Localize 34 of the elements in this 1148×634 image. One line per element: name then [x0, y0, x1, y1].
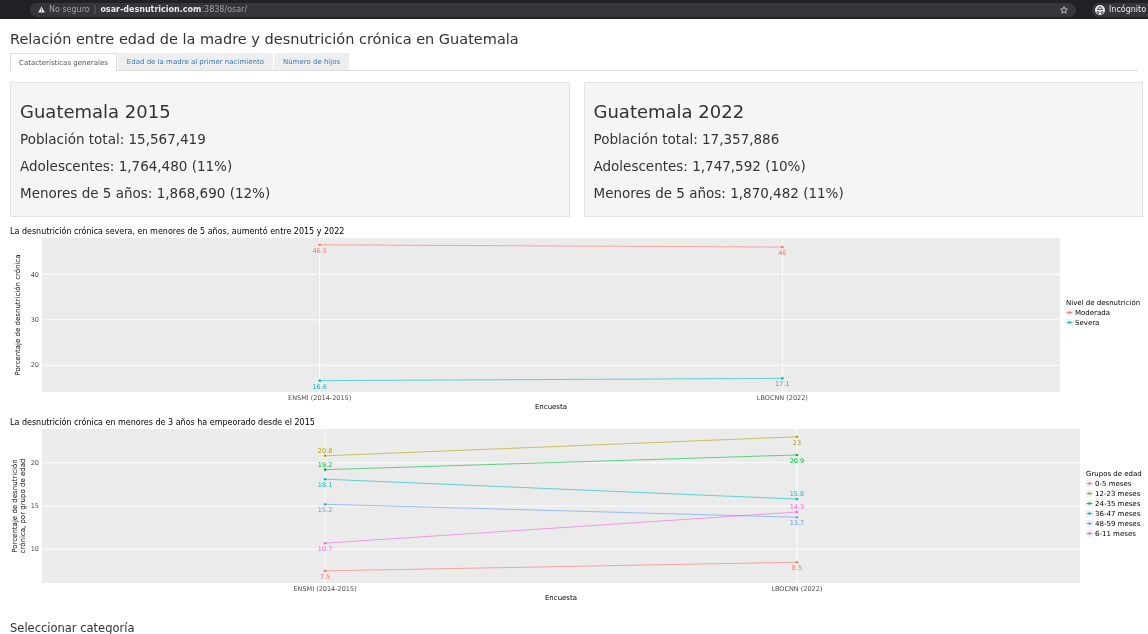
chart-title: La desnutrición crónica severa, en menores de 5 años, aumentó entre 2015 y 2022: [10, 227, 345, 236]
data-point: [781, 245, 784, 249]
data-point: [318, 379, 321, 382]
card-heading: Guatemala 2022: [593, 101, 746, 122]
section-heading: Seleccionar categoría: [10, 621, 136, 634]
data-point: [781, 377, 784, 380]
stat-text: Población total: 15,567,419: [20, 131, 207, 148]
data-point: [323, 502, 327, 506]
stat-text: Menores de 5 años: 1,868,690 (12%): [20, 185, 272, 202]
data-point: [323, 477, 327, 481]
card-heading: Guatemala 2015: [20, 101, 172, 122]
security-label: No seguro: [49, 5, 90, 14]
data-point: [323, 454, 327, 458]
star-icon[interactable]: [1060, 5, 1068, 14]
data-point: [795, 497, 799, 501]
data-point: [795, 453, 799, 457]
stat-text: Menores de 5 años: 1,870,482 (11%): [593, 185, 845, 202]
url-text: osar-desnutricion.com:3838/osar/: [100, 5, 248, 14]
chart-title: La desnutrición crónica en menores de 3 años ha empeorado desde el 2015: [10, 418, 315, 427]
data-point: [323, 569, 327, 573]
stat-text: Adolescentes: 1,747,592 (10%): [593, 158, 807, 175]
page-title: Relación entre edad de la madre y desnutrición crónica en Guatemala: [10, 30, 520, 48]
data-point: [323, 541, 327, 545]
data-point: [318, 243, 321, 247]
address-bar[interactable]: No seguro | osar-desnutricion.com:3838/osar/: [30, 2, 1076, 17]
data-point: [795, 560, 799, 564]
stat-text: Población total: 17,357,886: [593, 131, 781, 148]
warning-icon: [38, 6, 45, 13]
profile-button[interactable]: Incógnito: [1092, 2, 1148, 17]
separator: |: [93, 5, 97, 14]
incognito-icon: [1095, 4, 1105, 15]
stat-text: Adolescentes: 1,764,480 (11%): [20, 158, 234, 175]
data-point: [323, 468, 327, 471]
data-point: [795, 435, 799, 439]
